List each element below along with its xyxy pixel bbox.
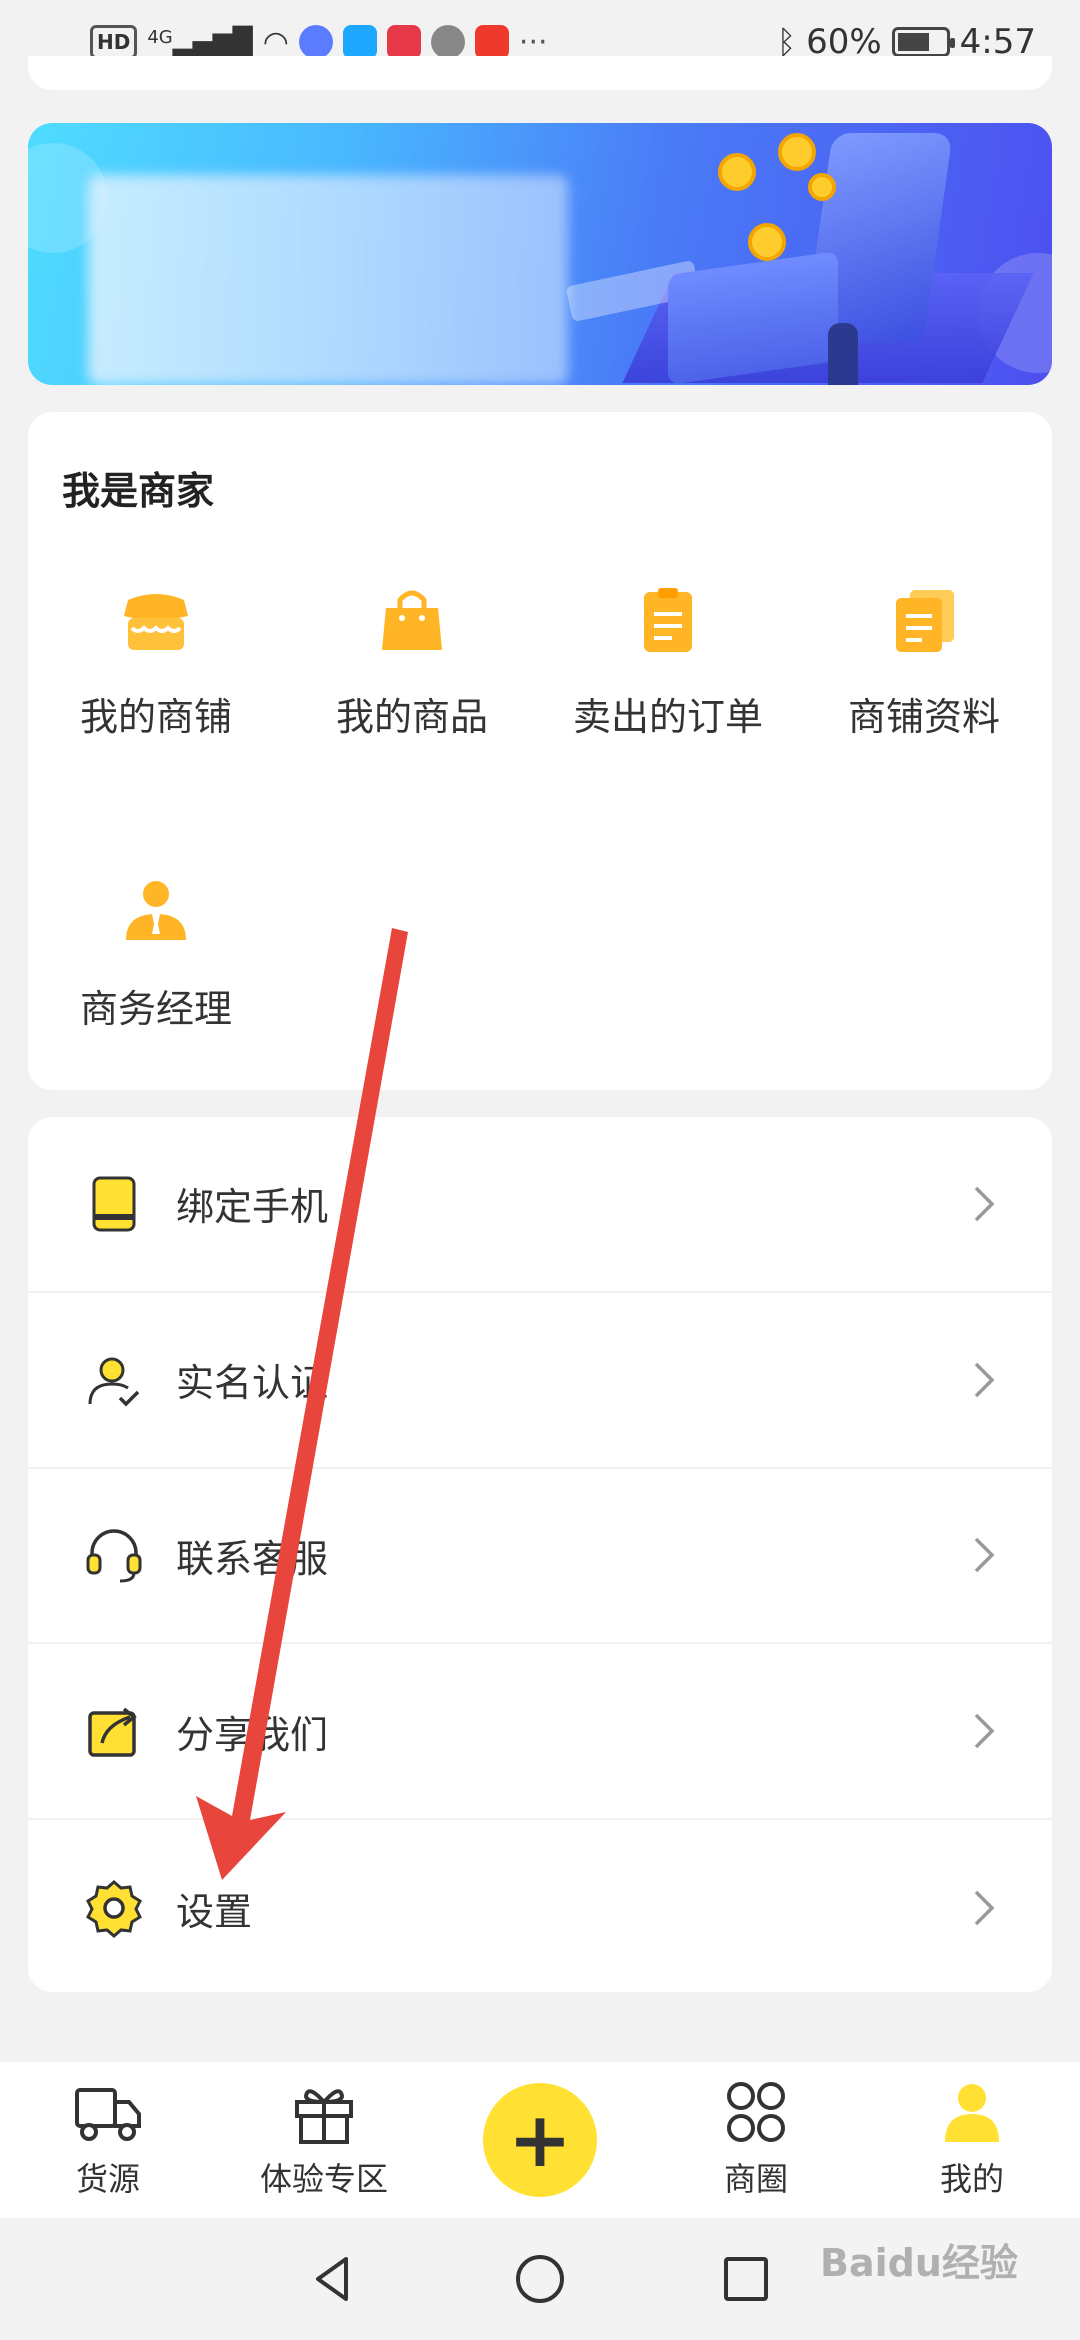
merchant-item-label: 卖出的订单 [572,695,763,739]
banner-blurred-text [88,175,568,385]
hand-app-icon [430,25,465,59]
tab-business-circle[interactable]: 商圈 [648,2062,864,2218]
hd-indicator: HD [90,25,138,59]
merchant-section: 我是商家 我的商铺 我的商品 卖出的订单 商铺资料 商务经理 [28,412,1052,1090]
chevron-right-icon [974,1714,995,1749]
banner-person-illustration [828,323,858,385]
reader-app-icon [386,25,421,59]
more-notifications-icon: ··· [518,24,548,60]
bottom-tab-bar: 货源 体验专区 + 商圈 我的 [0,2062,1080,2218]
settings-list: 绑定手机 实名认证 联系客服 分享我们 设置 [28,1117,1052,1992]
merchant-item-label: 商铺资料 [847,695,1000,739]
grid-circles-icon [727,2082,785,2142]
merchant-item-sold-orders[interactable]: 卖出的订单 [540,582,796,741]
top-card-remnant [28,56,1052,90]
profile-icon [945,2084,999,2142]
business-manager-icon [126,881,186,940]
tab-supply[interactable]: 货源 [0,2062,216,2218]
publish-plus-button[interactable]: + [483,2083,597,2197]
section-title: 我是商家 [62,469,215,513]
settings-gear-icon [86,1880,142,1939]
tab-label: 我的 [939,2160,1004,2198]
gift-icon [295,2089,353,2144]
search-app-icon [342,25,377,59]
recent-apps-icon[interactable] [718,2251,774,2307]
merchant-item-my-store[interactable]: 我的商铺 [28,582,284,741]
coin-icon [748,223,786,261]
headset-icon [86,1529,142,1583]
clipboard-order-icon [644,588,692,652]
list-item-label: 实名认证 [176,1361,329,1406]
tab-experience-zone[interactable]: 体验专区 [216,2062,432,2218]
merchant-item-label: 商务经理 [79,987,232,1031]
list-item-settings[interactable]: 设置 [28,1820,1052,1992]
battery-icon [891,27,955,57]
promo-banner[interactable] [28,123,1052,385]
music-app-icon [298,25,333,59]
fab-container: + [432,2062,648,2218]
merchant-item-label: 我的商品 [335,695,488,739]
merchant-item-store-info[interactable]: 商铺资料 [796,582,1052,741]
list-item-contact-support[interactable]: 联系客服 [28,1469,1052,1645]
list-item-bind-phone[interactable]: 绑定手机 [28,1117,1052,1293]
list-item-label: 联系客服 [176,1536,329,1581]
chevron-right-icon [974,1362,995,1397]
wifi-icon: ◠ [262,24,289,60]
merchant-item-my-products[interactable]: 我的商品 [284,582,540,741]
share-icon [88,1707,137,1758]
chevron-right-icon [974,1186,995,1222]
list-item-label: 分享我们 [176,1712,329,1757]
coin-icon [718,153,756,191]
network-type: 4G [147,27,173,48]
list-item-label: 绑定手机 [176,1185,329,1230]
chevron-right-icon [974,1890,995,1926]
truck-icon [75,2088,141,2141]
tab-label: 商圈 [723,2160,788,2198]
shop-app-icon [474,25,509,59]
merchant-item-business-manager[interactable]: 商务经理 [28,874,284,1033]
list-item-share-us[interactable]: 分享我们 [28,1644,1052,1821]
list-item-label: 设置 [176,1889,253,1934]
tab-mine[interactable]: 我的 [864,2062,1080,2218]
coin-icon [808,173,836,201]
phone-icon [92,1176,136,1232]
shopping-bag-icon [382,590,442,650]
back-icon[interactable] [306,2251,362,2307]
home-icon[interactable] [512,2251,568,2307]
documents-icon [896,590,954,652]
merchant-item-label: 我的商铺 [79,695,232,739]
list-item-real-name-verification[interactable]: 实名认证 [28,1293,1052,1469]
signal-icon: 4G▂▄▆█ [147,27,253,57]
tab-label: 体验专区 [259,2160,388,2198]
baidu-watermark: Baidu经验 [820,2241,1018,2285]
user-verified-icon [88,1357,140,1407]
chevron-right-icon [974,1538,995,1573]
store-icon [124,594,188,650]
coin-icon [778,133,816,171]
tab-label: 货源 [75,2160,140,2198]
